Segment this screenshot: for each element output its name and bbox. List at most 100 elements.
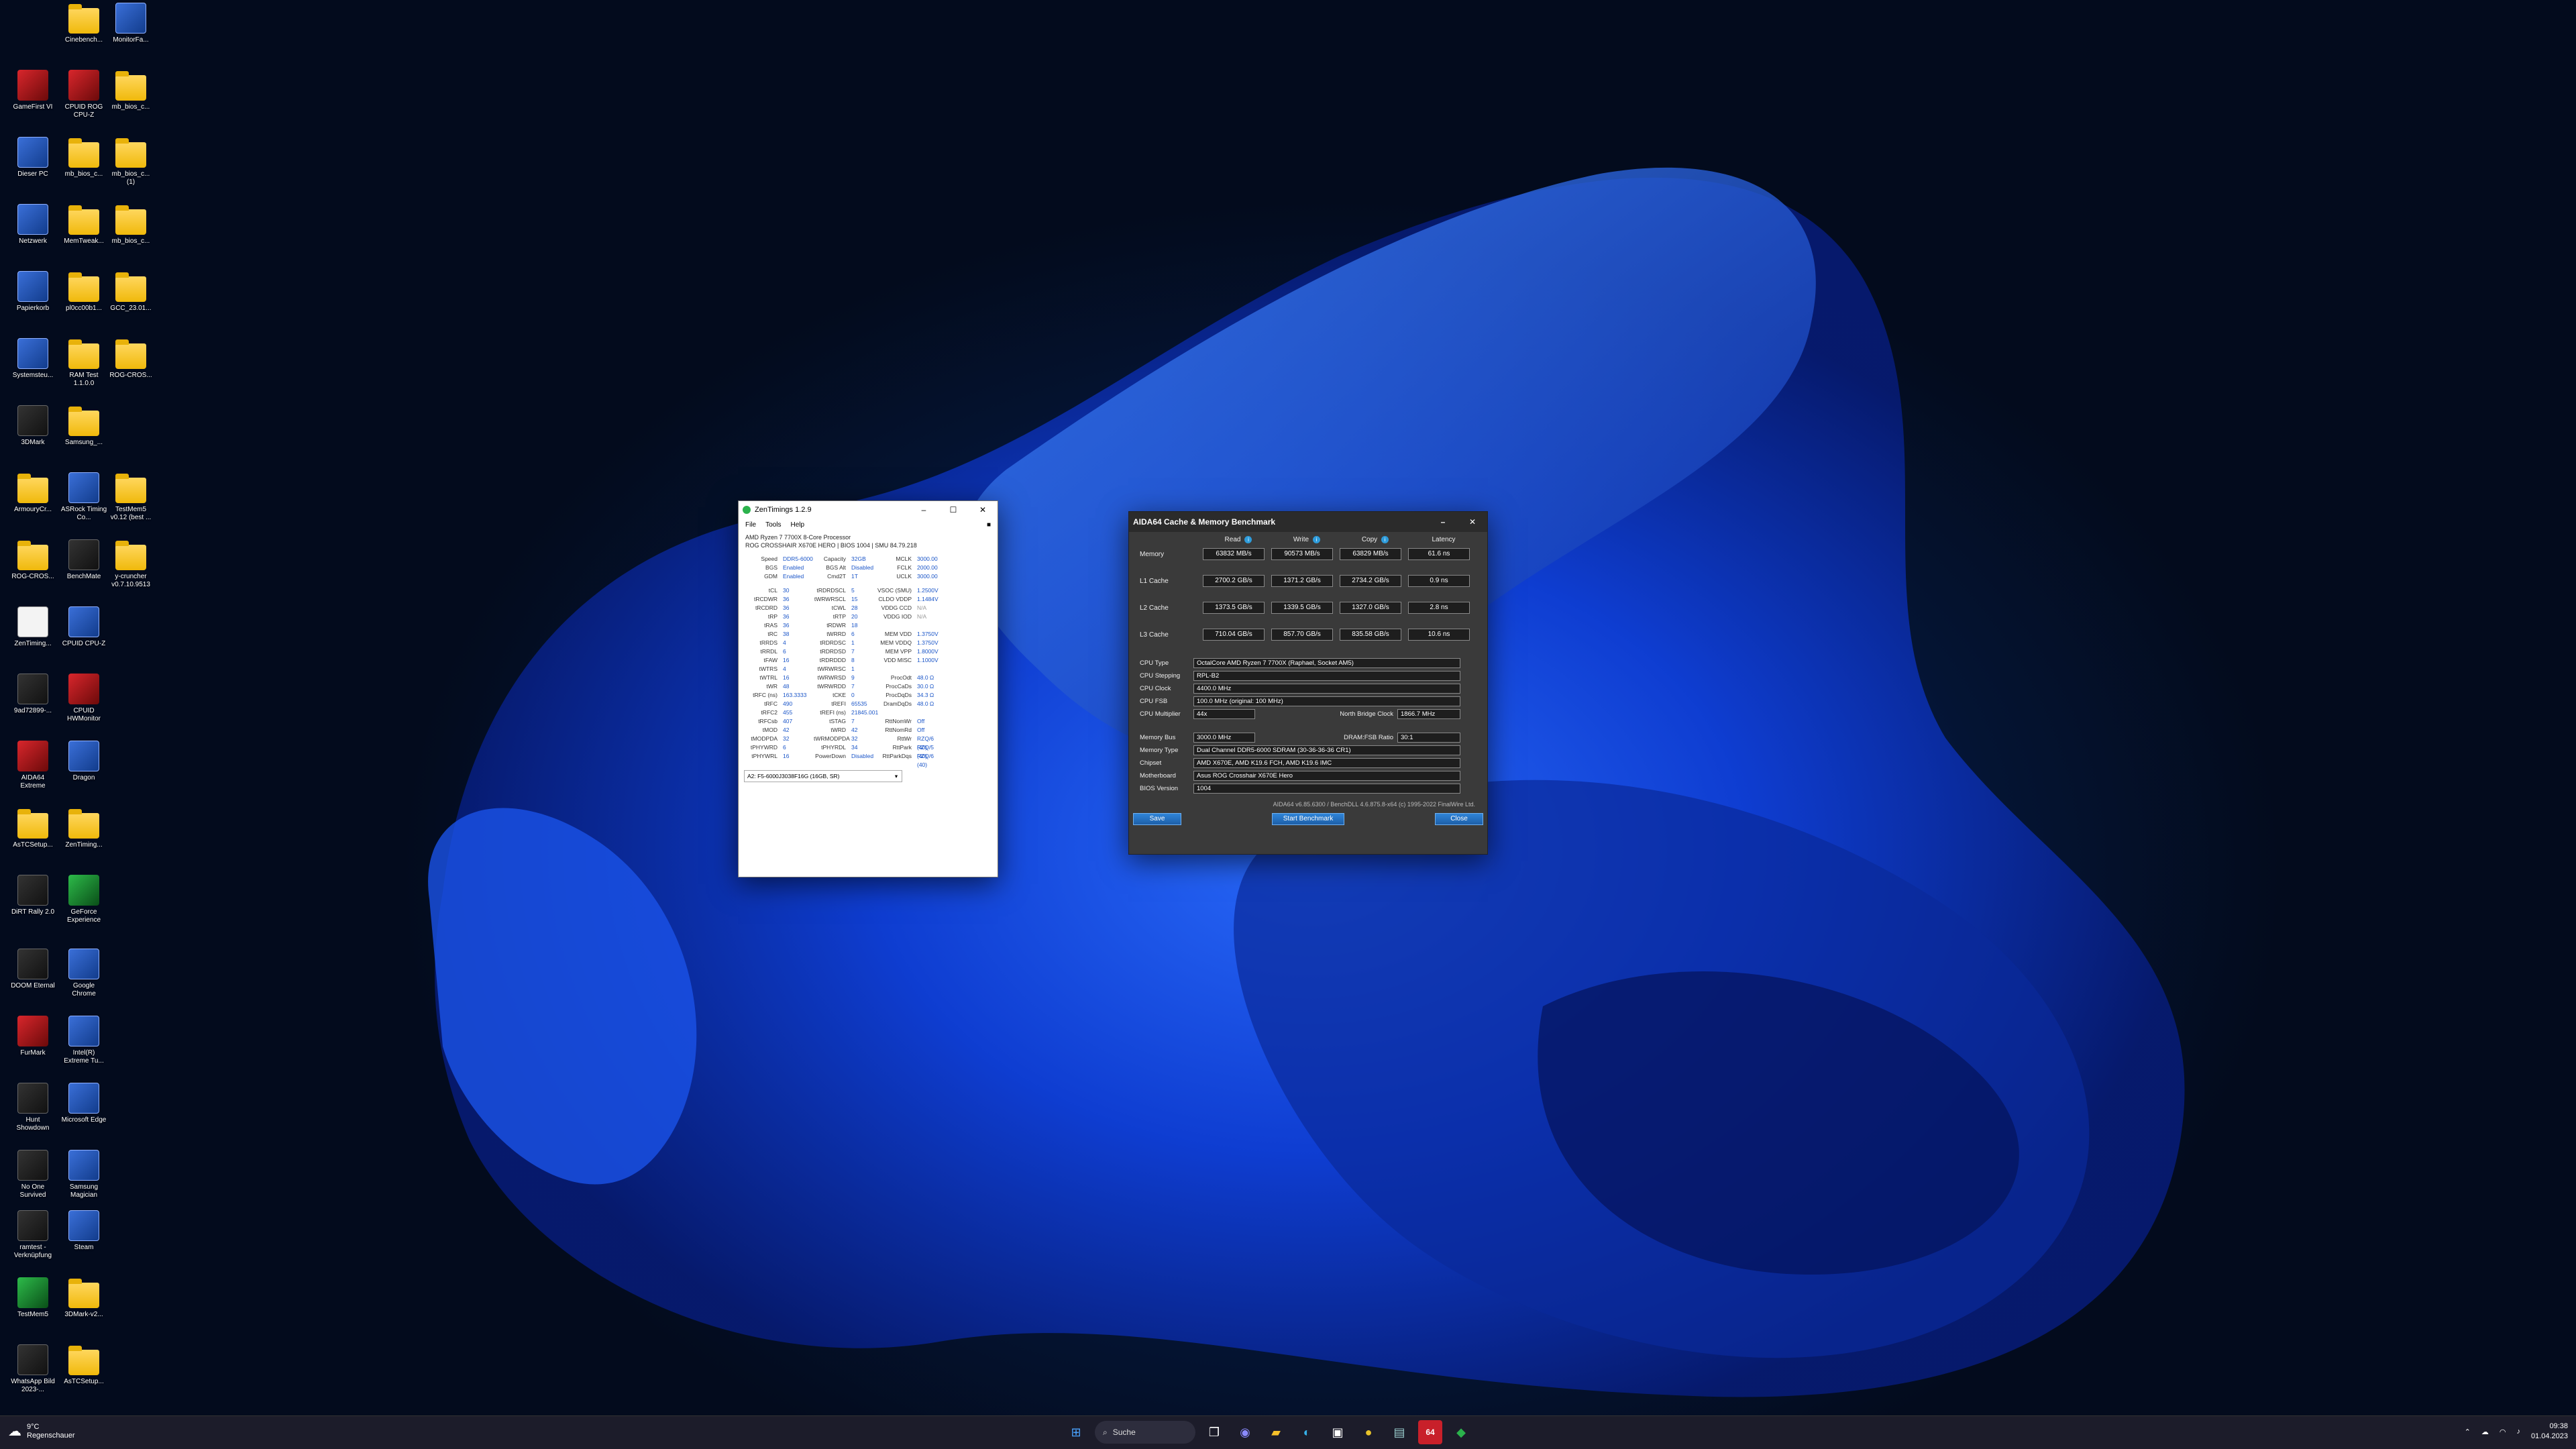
clock[interactable]: 09:38 01.04.2023 bbox=[2531, 1421, 2568, 1442]
maximize-button[interactable]: ☐ bbox=[938, 505, 968, 515]
timing-row: tMOD 42 tWRD 42 RttNomRd Off bbox=[744, 726, 992, 735]
desktop-icon[interactable]: 9ad72899-... bbox=[9, 674, 56, 715]
minimize-button[interactable]: – bbox=[909, 505, 938, 515]
desktop-icon[interactable]: Intel(R) Extreme Tu... bbox=[60, 1016, 107, 1065]
timing-label: GDM bbox=[764, 573, 777, 580]
timing-label: tRAS bbox=[764, 622, 777, 629]
desktop-icon[interactable]: CPUID ROG CPU-Z bbox=[60, 70, 107, 119]
desktop-icon[interactable]: ROG-CROS... bbox=[9, 539, 56, 581]
desktop-icon-label: ramtest - Verknüpfung bbox=[13, 1244, 52, 1259]
aida64-taskbar-icon[interactable]: 64 bbox=[1418, 1420, 1442, 1444]
desktop-icon[interactable]: 3DMark-v2... bbox=[60, 1277, 107, 1319]
desktop-icon[interactable]: Google Chrome bbox=[60, 949, 107, 998]
chevron-up-icon[interactable]: ⌃ bbox=[2465, 1428, 2471, 1436]
desktop-icon[interactable]: GeForce Experience bbox=[60, 875, 107, 924]
store-icon[interactable]: ▣ bbox=[1326, 1420, 1350, 1444]
menu-tools[interactable]: Tools bbox=[765, 521, 781, 529]
desktop-icon[interactable]: Samsung Magician bbox=[60, 1150, 107, 1199]
desktop-icon[interactable]: DiRT Rally 2.0 bbox=[9, 875, 56, 916]
desktop-icon[interactable]: No One Survived bbox=[9, 1150, 56, 1199]
desktop-icon-label: Steam bbox=[74, 1244, 94, 1251]
zentimings-taskbar-icon[interactable]: ◆ bbox=[1449, 1420, 1473, 1444]
task-view-icon[interactable]: ❐ bbox=[1202, 1420, 1226, 1444]
onedrive-icon[interactable]: ☁ bbox=[2481, 1428, 2489, 1436]
desktop-icon[interactable]: AIDA64 Extreme bbox=[9, 741, 56, 790]
desktop-icon[interactable]: WhatsApp Bild 2023-... bbox=[9, 1344, 56, 1394]
app-icon bbox=[68, 949, 99, 979]
desktop-icon[interactable]: DOOM Eternal bbox=[9, 949, 56, 990]
desktop-icon[interactable]: mb_bios_c... bbox=[60, 137, 107, 178]
desktop-icon[interactable]: mb_bios_c... (1) bbox=[107, 137, 154, 186]
desktop-icon[interactable]: AsTCSetup... bbox=[60, 1344, 107, 1386]
desktop-icon-label: ArmouryCr... bbox=[13, 506, 52, 513]
desktop-icon[interactable]: ASRock Timing Co... bbox=[60, 472, 107, 522]
desktop-icon[interactable]: Cinebench... bbox=[60, 3, 107, 44]
volume-icon[interactable]: ♪ bbox=[2516, 1428, 2520, 1436]
desktop-icon[interactable]: ArmouryCr... bbox=[9, 472, 56, 514]
desktop-icon[interactable]: TestMem5 v0.12 (best ... bbox=[107, 472, 154, 522]
desktop-icon[interactable]: ROG-CROS... bbox=[107, 338, 154, 380]
edge-icon[interactable]: ◐ bbox=[1295, 1420, 1319, 1444]
desktop-icon[interactable]: Dragon bbox=[60, 741, 107, 782]
app-icon bbox=[68, 875, 99, 906]
minimize-button[interactable]: – bbox=[1428, 517, 1458, 527]
desktop-icon[interactable]: BenchMate bbox=[60, 539, 107, 581]
system-app-icon[interactable]: ▤ bbox=[1387, 1420, 1411, 1444]
desktop-icon[interactable]: GCC_23.01... bbox=[107, 271, 154, 313]
desktop-icon[interactable]: Steam bbox=[60, 1210, 107, 1252]
timing-value: Disabled bbox=[851, 564, 874, 571]
desktop-icon[interactable]: mb_bios_c... bbox=[107, 204, 154, 246]
close-button[interactable]: Close bbox=[1435, 813, 1483, 825]
info-icon[interactable]: i bbox=[1313, 536, 1321, 543]
info-icon[interactable]: i bbox=[1244, 536, 1252, 543]
desktop-icon[interactable]: 3DMark bbox=[9, 405, 56, 447]
menu-help[interactable]: Help bbox=[790, 521, 804, 529]
desktop-icon[interactable]: mb_bios_c... bbox=[107, 70, 154, 111]
desktop-icon[interactable]: AsTCSetup... bbox=[9, 808, 56, 849]
screenshot-camera-icon[interactable]: ■ bbox=[987, 521, 991, 529]
desktop-icon[interactable]: CPUID HWMonitor bbox=[60, 674, 107, 723]
aida64-titlebar[interactable]: AIDA64 Cache & Memory Benchmark – ✕ bbox=[1129, 512, 1487, 532]
file-explorer-icon[interactable]: ▰ bbox=[1264, 1420, 1288, 1444]
info-icon[interactable]: i bbox=[1381, 536, 1389, 543]
desktop-icon[interactable]: Systemsteu... bbox=[9, 338, 56, 380]
menu-file[interactable]: File bbox=[745, 521, 756, 529]
close-button[interactable]: ✕ bbox=[1458, 517, 1487, 527]
weather-widget[interactable]: ☁ 9°C Regenschauer bbox=[8, 1423, 75, 1440]
module-select[interactable]: A2: F5-6000J3038F16G (16GB, SR) ▾ bbox=[744, 770, 902, 782]
save-button[interactable]: Save bbox=[1133, 813, 1181, 825]
start-benchmark-button[interactable]: Start Benchmark bbox=[1272, 813, 1344, 825]
chrome-icon[interactable]: ● bbox=[1356, 1420, 1381, 1444]
desktop-icon[interactable]: RAM Test 1.1.0.0 bbox=[60, 338, 107, 388]
desktop-icon[interactable]: ramtest - Verknüpfung bbox=[9, 1210, 56, 1260]
desktop-icon[interactable]: pl0cc00b1... bbox=[60, 271, 107, 313]
desktop-icon[interactable]: y-cruncher v0.7.10.9513 bbox=[107, 539, 154, 589]
desktop-icon[interactable]: Hunt Showdown bbox=[9, 1083, 56, 1132]
desktop-icon[interactable]: Netzwerk bbox=[9, 204, 56, 246]
desktop-icon[interactable]: MemTweak... bbox=[60, 204, 107, 246]
desktop-icon[interactable]: FurMark bbox=[9, 1016, 56, 1057]
desktop-icon[interactable]: GameFirst VI bbox=[9, 70, 56, 111]
desktop-icon[interactable]: Samsung_... bbox=[60, 405, 107, 447]
timing-label: MEM VDD bbox=[884, 631, 912, 637]
desktop-icon-label: CPUID ROG CPU-Z bbox=[64, 103, 103, 119]
desktop-icon[interactable]: ZenTiming... bbox=[9, 606, 56, 648]
timing-label: tRFCsb bbox=[758, 718, 777, 724]
timing-label: tPHYWRD bbox=[750, 744, 777, 751]
weather-condition: Regenschauer bbox=[27, 1432, 75, 1440]
desktop-icon[interactable]: Dieser PC bbox=[9, 137, 56, 178]
desktop-icon[interactable]: MonitorFa... bbox=[107, 3, 154, 44]
chat-icon[interactable]: ◉ bbox=[1233, 1420, 1257, 1444]
network-icon[interactable]: ◠ bbox=[2500, 1428, 2506, 1436]
start-windows-icon[interactable]: ⊞ bbox=[1064, 1420, 1088, 1444]
desktop-icon-label: 3DMark bbox=[21, 439, 45, 446]
timing-label: RttParkDqs bbox=[882, 753, 912, 759]
desktop-icon[interactable]: Microsoft Edge bbox=[60, 1083, 107, 1124]
desktop-icon[interactable]: CPUID CPU-Z bbox=[60, 606, 107, 648]
desktop-icon[interactable]: Papierkorb bbox=[9, 271, 56, 313]
zentimings-titlebar[interactable]: ZenTimings 1.2.9 – ☐ ✕ bbox=[739, 501, 998, 519]
desktop-icon[interactable]: ZenTiming... bbox=[60, 808, 107, 849]
search-box[interactable]: ⌕ Suche bbox=[1095, 1421, 1195, 1444]
close-button[interactable]: ✕ bbox=[968, 505, 998, 515]
desktop-icon[interactable]: TestMem5 bbox=[9, 1277, 56, 1319]
